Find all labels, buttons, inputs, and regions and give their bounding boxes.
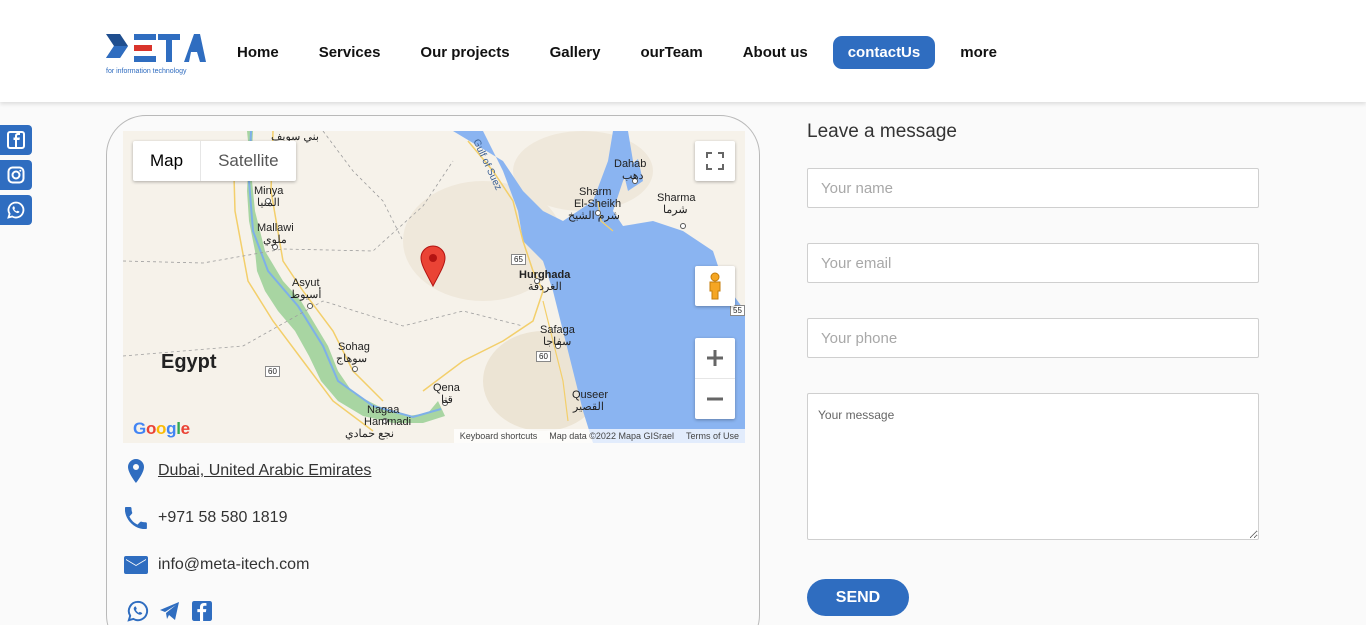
instagram-side-button[interactable]	[0, 160, 32, 190]
map-label-hammadi: Hammadi	[364, 416, 412, 428]
name-input[interactable]	[807, 168, 1259, 208]
map-label-sharma: Sharma	[657, 192, 696, 204]
card-social-links	[125, 598, 221, 624]
google-logo[interactable]: Google	[133, 419, 190, 439]
whatsapp-icon	[127, 600, 149, 622]
map-label-mallawi-ar: ملوي	[263, 234, 287, 246]
whatsapp-icon	[7, 201, 25, 219]
contact-address-row: Dubai, United Arabic Emirates	[123, 458, 371, 484]
meta-logo[interactable]: for information technology	[106, 32, 208, 80]
map-label-qena: Qena	[433, 382, 460, 394]
google-map[interactable]: بني سويف Minya المنيا Mallawi ملوي Asyut…	[123, 131, 745, 443]
road-shield-55: 55	[730, 305, 745, 316]
nav-contact-us[interactable]: contactUs	[832, 35, 936, 69]
zoom-out-button[interactable]	[695, 379, 735, 419]
nav-about-us[interactable]: About us	[728, 36, 823, 69]
minus-icon	[707, 397, 723, 400]
map-label-quseer: Quseer	[572, 389, 609, 401]
street-view-button[interactable]	[695, 266, 735, 306]
location-icon	[123, 458, 149, 484]
map-label-quseer-ar: القصير	[573, 401, 604, 413]
nav-services[interactable]: Services	[304, 36, 396, 69]
map-label-sohag: Sohag	[338, 341, 370, 353]
facebook-link[interactable]	[189, 598, 215, 624]
logo-subtitle: for information technology	[106, 68, 187, 75]
map-label-hurghada: Hurghada	[519, 269, 571, 281]
nav-our-projects[interactable]: Our projects	[405, 36, 524, 69]
map-label-mallawi: Mallawi	[257, 222, 294, 234]
map-label-hammadi-ar: نجع حمادي	[345, 428, 395, 440]
map-type-control: Map Satellite	[133, 141, 296, 181]
pegman-icon	[709, 272, 721, 300]
map-label-egypt: Egypt	[161, 351, 217, 373]
contact-phone-row: +971 58 580 1819	[123, 505, 287, 531]
side-social-bar	[0, 125, 32, 230]
fullscreen-button[interactable]	[695, 141, 735, 181]
facebook-icon	[192, 601, 212, 621]
email-address[interactable]: info@meta-itech.com	[158, 556, 309, 574]
map-label-sharma-ar: شرما	[663, 204, 688, 216]
map-label-sharm: Sharm	[579, 186, 612, 198]
map-label-sharm-ar: شرم الشيخ	[568, 210, 620, 222]
map-footer: Keyboard shortcuts Map data ©2022 Mapa G…	[453, 429, 745, 443]
road-shield-60: 60	[265, 366, 280, 377]
contact-email-row: info@meta-itech.com	[123, 552, 309, 578]
instagram-icon	[7, 166, 25, 184]
address-link[interactable]: Dubai, United Arabic Emirates	[158, 462, 371, 480]
facebook-icon	[7, 131, 25, 149]
nav-our-team[interactable]: ourTeam	[625, 36, 717, 69]
terms-of-use-link[interactable]: Terms of Use	[686, 431, 739, 441]
plus-icon	[707, 350, 723, 366]
nav-more[interactable]: more	[945, 36, 1012, 69]
zoom-in-button[interactable]	[695, 339, 735, 379]
form-title: Leave a message	[807, 121, 957, 142]
map-label-dahab: Dahab	[614, 158, 647, 170]
map-label-safaga-ar: سفاجا	[543, 336, 572, 348]
phone-icon	[123, 505, 149, 531]
map-label-nagaa: Nagaa	[367, 404, 400, 416]
keyboard-shortcuts-link[interactable]: Keyboard shortcuts	[460, 431, 538, 441]
map-label-el-sheikh: El-Sheikh	[574, 198, 622, 210]
telegram-link[interactable]	[157, 598, 183, 624]
map-label-asyut-ar: أسيوط	[290, 289, 322, 301]
map-label-sohag-ar: سوهاج	[336, 353, 368, 365]
road-shield-65: 65	[511, 254, 526, 265]
contact-card: بني سويف Minya المنيا Mallawi ملوي Asyut…	[106, 115, 760, 625]
meta-logo-mark	[106, 34, 206, 62]
main-nav: Home Services Our projects Gallery ourTe…	[222, 34, 1022, 70]
map-label-hurghada-ar: الغردقة	[528, 281, 562, 293]
message-textarea[interactable]	[807, 393, 1259, 540]
phone-number[interactable]: +971 58 580 1819	[158, 509, 287, 527]
map-label-safaga: Safaga	[540, 324, 575, 336]
nav-gallery[interactable]: Gallery	[535, 36, 616, 69]
map-label-qena-ar: قنا	[441, 394, 453, 406]
map-label-dahab-ar: دهب	[622, 170, 644, 182]
whatsapp-link[interactable]	[125, 598, 151, 624]
road-shield-60-east: 60	[536, 351, 551, 362]
map-type-satellite-button[interactable]: Satellite	[201, 141, 295, 181]
facebook-side-button[interactable]	[0, 125, 32, 155]
map-data-attribution: Map data ©2022 Mapa GISrael	[549, 431, 674, 441]
site-header: for information technology Home Services…	[0, 0, 1366, 102]
mail-icon	[123, 552, 149, 578]
fullscreen-icon	[706, 152, 724, 170]
zoom-control	[695, 338, 735, 419]
map-label-minya-ar: المنيا	[257, 197, 280, 209]
nav-home[interactable]: Home	[222, 36, 294, 69]
phone-input[interactable]	[807, 318, 1259, 358]
send-button[interactable]: SEND	[807, 579, 909, 616]
telegram-icon	[160, 602, 179, 620]
email-input[interactable]	[807, 243, 1259, 283]
map-label-asyut: Asyut	[292, 277, 320, 289]
map-label-minya: Minya	[254, 185, 284, 197]
map-type-map-button[interactable]: Map	[133, 141, 202, 181]
whatsapp-side-button[interactable]	[0, 195, 32, 225]
